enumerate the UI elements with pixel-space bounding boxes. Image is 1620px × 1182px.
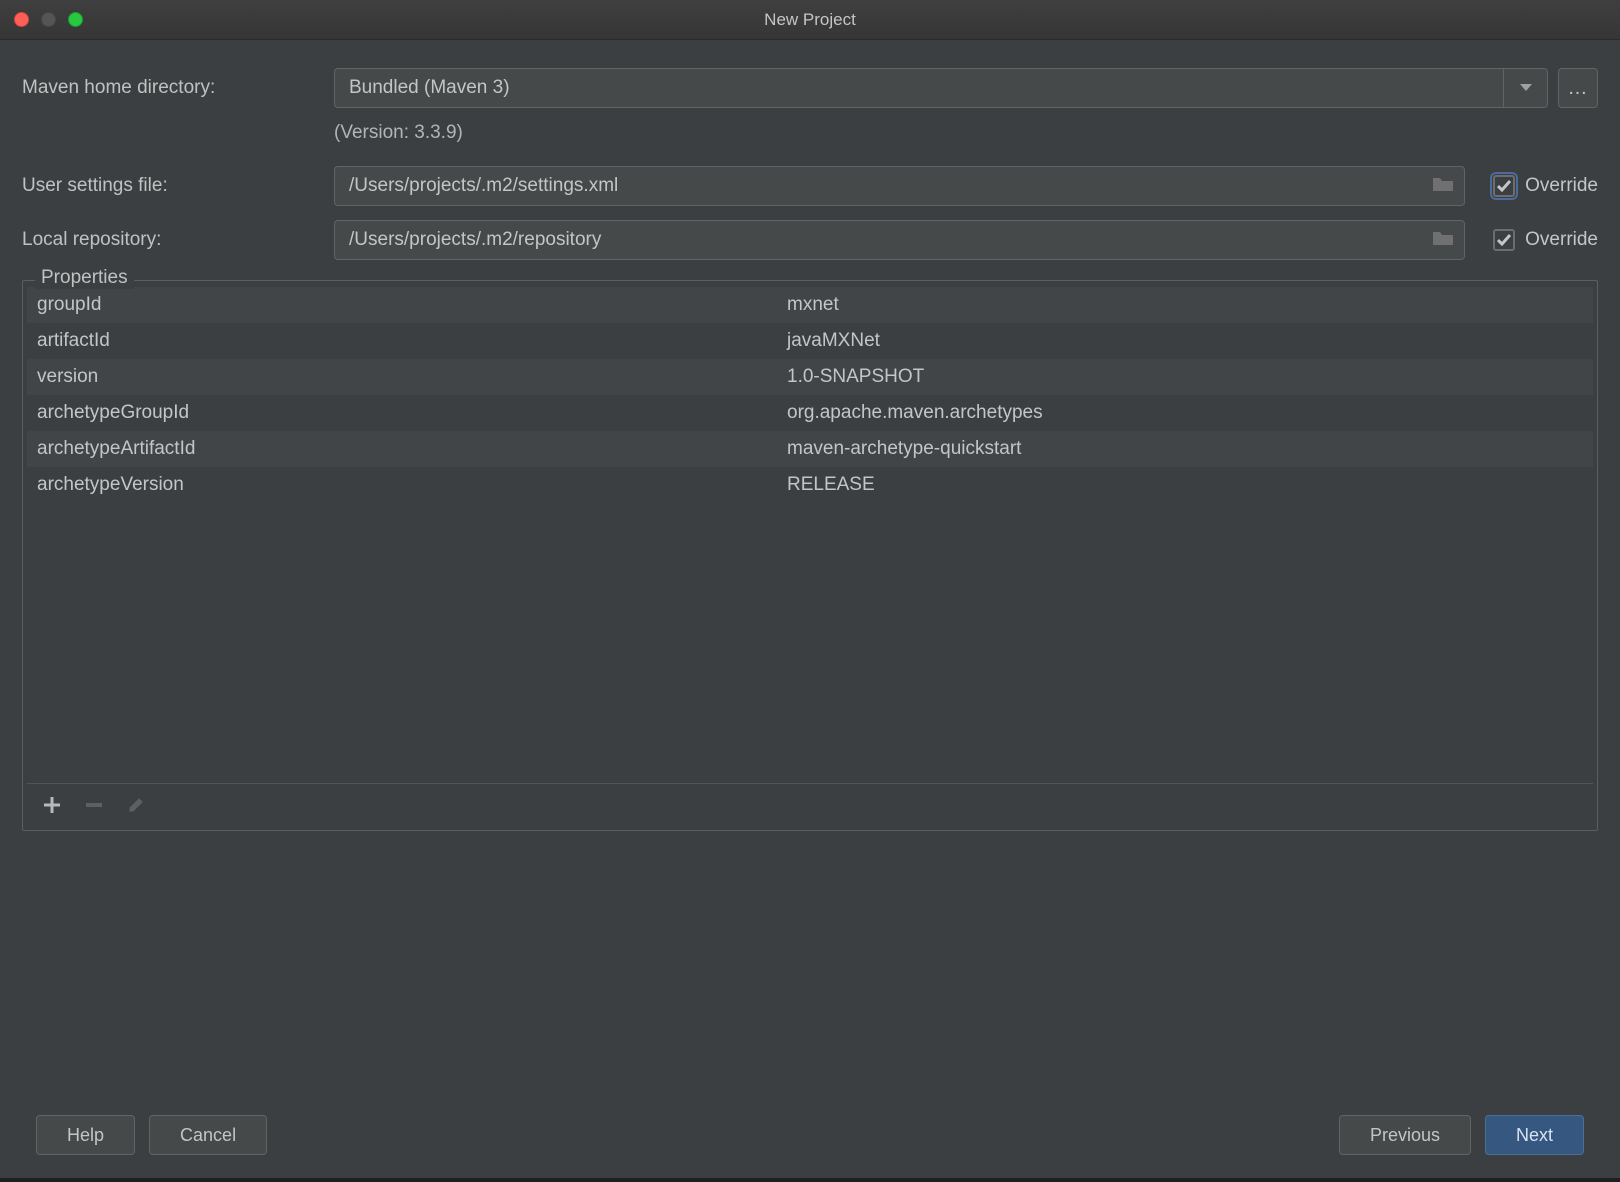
user-settings-row: User settings file: /Users/projects/.m2/… <box>22 166 1598 206</box>
override-label: Override <box>1525 229 1598 251</box>
chevron-down-icon[interactable] <box>1503 69 1547 107</box>
previous-button[interactable]: Previous <box>1339 1115 1471 1155</box>
override-label: Override <box>1525 175 1598 197</box>
property-key: groupId <box>27 294 787 316</box>
property-key: version <box>27 366 787 388</box>
table-row[interactable]: artifactId javaMXNet <box>27 323 1593 359</box>
remove-property-button <box>83 794 105 816</box>
local-repo-label: Local repository: <box>22 229 334 251</box>
content-area: Maven home directory: Bundled (Maven 3) … <box>0 40 1620 1110</box>
user-settings-override[interactable]: Override <box>1493 175 1598 197</box>
maven-home-combo[interactable]: Bundled (Maven 3) <box>334 68 1548 108</box>
property-key: archetypeGroupId <box>27 402 787 424</box>
property-key: archetypeVersion <box>27 474 787 496</box>
properties-group: Properties groupId mxnet artifactId java… <box>22 280 1598 831</box>
property-value: org.apache.maven.archetypes <box>787 402 1593 424</box>
folder-icon[interactable] <box>1432 176 1454 197</box>
title-bar: New Project <box>0 0 1620 40</box>
next-button[interactable]: Next <box>1485 1115 1584 1155</box>
cancel-button[interactable]: Cancel <box>149 1115 267 1155</box>
property-value: maven-archetype-quickstart <box>787 438 1593 460</box>
wizard-footer: Help Cancel Previous Next <box>0 1110 1620 1182</box>
checkbox-icon[interactable] <box>1493 229 1515 251</box>
table-row[interactable]: archetypeArtifactId maven-archetype-quic… <box>27 431 1593 467</box>
maven-home-value: Bundled (Maven 3) <box>335 77 1503 99</box>
property-value: javaMXNet <box>787 330 1593 352</box>
property-value: 1.0-SNAPSHOT <box>787 366 1593 388</box>
properties-toolbar <box>27 783 1593 826</box>
maven-home-label: Maven home directory: <box>22 77 334 99</box>
user-settings-label: User settings file: <box>22 175 334 197</box>
edit-property-button <box>125 794 147 816</box>
user-settings-value: /Users/projects/.m2/settings.xml <box>349 175 1424 197</box>
properties-title: Properties <box>35 267 134 289</box>
ellipsis-icon: … <box>1568 77 1589 100</box>
table-row[interactable]: archetypeGroupId org.apache.maven.archet… <box>27 395 1593 431</box>
property-value: mxnet <box>787 294 1593 316</box>
table-empty-area <box>27 503 1593 783</box>
property-key: artifactId <box>27 330 787 352</box>
property-key: archetypeArtifactId <box>27 438 787 460</box>
add-property-button[interactable] <box>41 794 63 816</box>
window-title: New Project <box>0 10 1620 30</box>
table-row[interactable]: archetypeVersion RELEASE <box>27 467 1593 503</box>
maven-home-browse-button[interactable]: … <box>1558 68 1598 108</box>
local-repo-value: /Users/projects/.m2/repository <box>349 229 1424 251</box>
local-repo-row: Local repository: /Users/projects/.m2/re… <box>22 220 1598 260</box>
local-repo-input[interactable]: /Users/projects/.m2/repository <box>334 220 1465 260</box>
checkbox-icon[interactable] <box>1493 175 1515 197</box>
table-row[interactable]: version 1.0-SNAPSHOT <box>27 359 1593 395</box>
folder-icon[interactable] <box>1432 230 1454 251</box>
local-repo-override[interactable]: Override <box>1493 229 1598 251</box>
maven-version-text: (Version: 3.3.9) <box>334 122 1598 144</box>
properties-table[interactable]: groupId mxnet artifactId javaMXNet versi… <box>27 287 1593 826</box>
table-row[interactable]: groupId mxnet <box>27 287 1593 323</box>
user-settings-input[interactable]: /Users/projects/.m2/settings.xml <box>334 166 1465 206</box>
maven-home-row: Maven home directory: Bundled (Maven 3) … <box>22 68 1598 108</box>
help-button[interactable]: Help <box>36 1115 135 1155</box>
property-value: RELEASE <box>787 474 1593 496</box>
